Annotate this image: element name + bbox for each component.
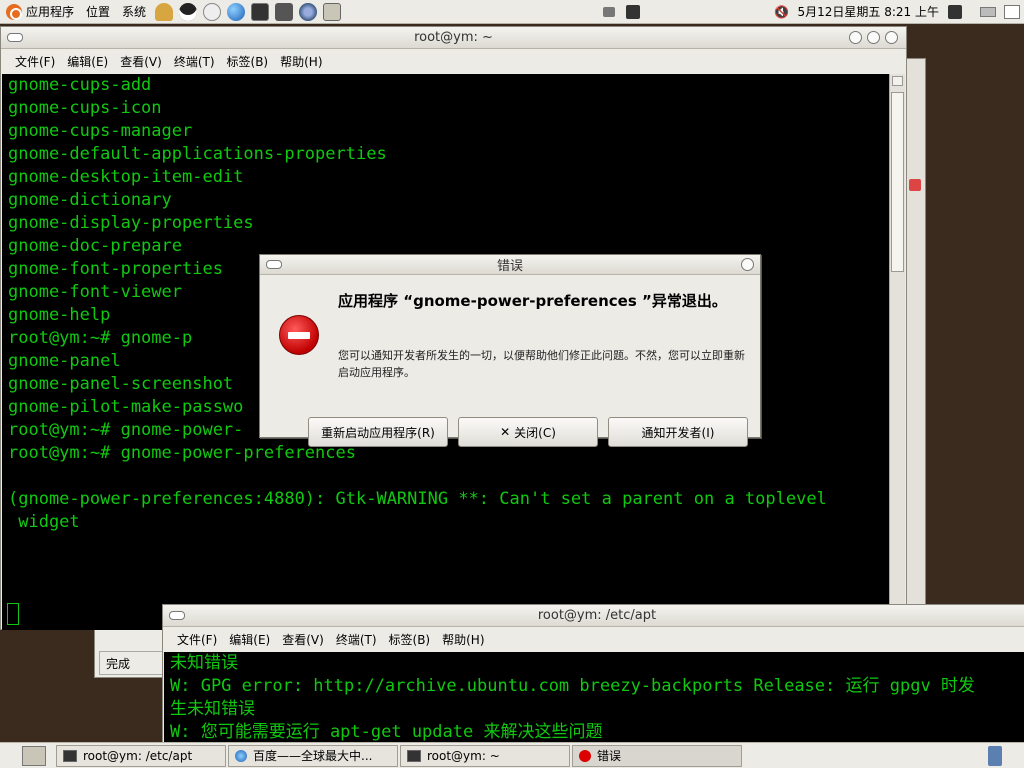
terminal-line: W: 您可能需要运行 apt-get update 来解决这些问题 bbox=[170, 722, 603, 742]
error-heading: 应用程序 “gnome-power-preferences ”异常退出。 bbox=[338, 292, 727, 310]
scroll-thumb[interactable] bbox=[891, 92, 904, 272]
window-menu-icon[interactable] bbox=[7, 33, 23, 42]
launcher-penguin[interactable] bbox=[177, 2, 199, 22]
close-button[interactable]: ✕ 关闭(C) bbox=[458, 417, 598, 447]
launcher-media[interactable] bbox=[321, 2, 343, 22]
terminal-line: gnome-dictionary bbox=[8, 190, 172, 210]
terminal-line: W: GPG error: http://archive.ubuntu.com … bbox=[170, 676, 975, 696]
terminal-line: gnome-cups-manager bbox=[8, 121, 193, 141]
scroll-up-icon[interactable] bbox=[892, 76, 903, 86]
camera-icon bbox=[275, 2, 294, 21]
restart-app-button[interactable]: 重新启动应用程序(R) bbox=[308, 417, 448, 447]
apt-menu-edit[interactable]: 编辑(E) bbox=[223, 631, 276, 648]
terminal-cursor bbox=[7, 603, 19, 625]
apt-menu-tabs[interactable]: 标签(B) bbox=[383, 631, 437, 648]
apt-terminal-title: root@ym: /etc/apt bbox=[537, 608, 657, 623]
error-dialog-title: 错误 bbox=[496, 259, 523, 274]
main-terminal-menubar: 文件(F) 编辑(E) 查看(V) 终端(T) 标签(B) 帮助(H) bbox=[1, 49, 906, 73]
menu-file[interactable]: 文件(F) bbox=[9, 53, 61, 70]
error-dialog[interactable]: 错误 应用程序 “gnome-power-preferences ”异常退出。 … bbox=[259, 254, 761, 447]
launcher-mail[interactable] bbox=[201, 2, 223, 22]
error-dialog-titlebar[interactable]: 错误 bbox=[260, 255, 760, 275]
clock[interactable]: 5月12日星期五 8:21 上午 bbox=[794, 3, 943, 20]
bottom-panel: root@ym: /etc/apt 百度——全球最大中... root@ym: … bbox=[0, 742, 1024, 768]
person-icon bbox=[155, 2, 174, 21]
terminal-task-icon bbox=[63, 749, 77, 762]
system-menu[interactable]: 系统 bbox=[116, 1, 152, 23]
menu-tabs[interactable]: 标签(B) bbox=[221, 53, 275, 70]
apt-terminal-window[interactable]: root@ym: /etc/apt 文件(F) 编辑(E) 查看(V) 终端(T… bbox=[162, 604, 1024, 747]
terminal-line: 生未知错误 bbox=[170, 699, 255, 719]
error-task-icon bbox=[579, 749, 591, 762]
logout-icon[interactable] bbox=[624, 3, 642, 21]
launcher-terminal[interactable] bbox=[249, 2, 271, 22]
error-message: 您可以通知开发者所发生的一切，以便帮助他们修正此问题。不然，您可以立即重新启动应… bbox=[338, 349, 745, 379]
volume-muted-icon[interactable]: 🔇 bbox=[773, 3, 791, 21]
browser-task-icon bbox=[235, 749, 247, 762]
menu-help[interactable]: 帮助(H) bbox=[274, 53, 328, 70]
shutdown-icon[interactable] bbox=[946, 3, 964, 21]
top-panel: 应用程序 位置 系统 🔇 5月12日星期五 8:21 上午 bbox=[0, 0, 1024, 24]
apt-terminal-output[interactable]: 未知错误 W: GPG error: http://archive.ubuntu.… bbox=[164, 652, 1024, 747]
terminal-line: gnome-desktop-item-edit bbox=[8, 167, 244, 187]
task-apt-terminal[interactable]: root@ym: /etc/apt bbox=[56, 744, 226, 767]
terminal-line: gnome-cups-icon bbox=[8, 98, 162, 118]
mail-clock-icon bbox=[203, 2, 222, 21]
launcher-user[interactable] bbox=[153, 2, 175, 22]
menu-view[interactable]: 查看(V) bbox=[114, 53, 168, 70]
apt-menu-file[interactable]: 文件(F) bbox=[171, 631, 223, 648]
launcher-network[interactable] bbox=[297, 2, 319, 22]
printer-icon[interactable] bbox=[979, 3, 997, 21]
terminal-line: root@ym:~# gnome-power-preferences bbox=[8, 443, 356, 463]
terminal-line: gnome-cups-add bbox=[8, 75, 152, 95]
apt-menu-view[interactable]: 查看(V) bbox=[276, 631, 330, 648]
notify-developers-button[interactable]: 通知开发者(I) bbox=[608, 417, 748, 447]
ubuntu-logo-icon bbox=[6, 3, 22, 20]
menu-edit[interactable]: 编辑(E) bbox=[61, 53, 114, 70]
applications-menu[interactable]: 应用程序 bbox=[0, 1, 80, 23]
launcher-browser[interactable] bbox=[225, 2, 247, 22]
dialog-close-icon[interactable] bbox=[741, 258, 754, 271]
workspace-switcher-icon[interactable] bbox=[1003, 3, 1021, 21]
apt-window-menu-icon[interactable] bbox=[169, 611, 185, 620]
task-browser[interactable]: 百度——全球最大中... bbox=[228, 744, 398, 767]
show-desktop-icon[interactable] bbox=[22, 745, 46, 766]
task-main-terminal[interactable]: root@ym: ~ bbox=[400, 744, 570, 767]
terminal-icon bbox=[251, 2, 270, 21]
close-icon[interactable] bbox=[885, 31, 898, 44]
apt-menu-terminal[interactable]: 终端(T) bbox=[330, 631, 383, 648]
main-terminal-title: root@ym: ~ bbox=[414, 30, 493, 45]
menu-terminal[interactable]: 终端(T) bbox=[168, 53, 221, 70]
network-icon bbox=[299, 2, 318, 21]
lock-icon[interactable] bbox=[600, 3, 618, 21]
apt-menu-help[interactable]: 帮助(H) bbox=[436, 631, 490, 648]
terminal-line: gnome-default-applications-properties bbox=[8, 144, 387, 164]
penguin-icon bbox=[179, 2, 198, 21]
apt-terminal-titlebar[interactable]: root@ym: /etc/apt bbox=[163, 605, 1024, 627]
dialog-menu-icon[interactable] bbox=[266, 260, 282, 269]
apt-terminal-menubar: 文件(F) 编辑(E) 查看(V) 终端(T) 标签(B) 帮助(H) bbox=[163, 627, 1024, 651]
error-icon bbox=[279, 315, 319, 355]
notification-area: 🔇 5月12日星期五 8:21 上午 bbox=[602, 1, 1024, 23]
close-x-icon: ✕ bbox=[500, 425, 511, 439]
launcher-camera[interactable] bbox=[273, 2, 295, 22]
terminal-line: (gnome-power-preferences:4880): Gtk-WARN… bbox=[8, 489, 827, 509]
media-player-icon bbox=[323, 2, 342, 21]
stop-icon[interactable] bbox=[909, 179, 921, 191]
task-error-dialog[interactable]: 错误 bbox=[572, 744, 742, 767]
trash-icon[interactable] bbox=[988, 745, 1002, 766]
main-terminal-titlebar[interactable]: root@ym: ~ bbox=[1, 27, 906, 49]
globe-icon bbox=[227, 2, 246, 21]
main-terminal-scrollbar[interactable] bbox=[889, 74, 905, 630]
terminal-line: widget bbox=[8, 512, 80, 532]
minimize-icon[interactable] bbox=[849, 31, 862, 44]
terminal-line: 未知错误 bbox=[170, 653, 238, 673]
places-menu[interactable]: 位置 bbox=[80, 1, 116, 23]
terminal-task-icon bbox=[407, 749, 421, 762]
background-scrollbar[interactable] bbox=[905, 59, 925, 619]
maximize-icon[interactable] bbox=[867, 31, 880, 44]
status-bar-text: 完成 bbox=[99, 651, 165, 675]
terminal-line: gnome-display-properties bbox=[8, 213, 254, 233]
